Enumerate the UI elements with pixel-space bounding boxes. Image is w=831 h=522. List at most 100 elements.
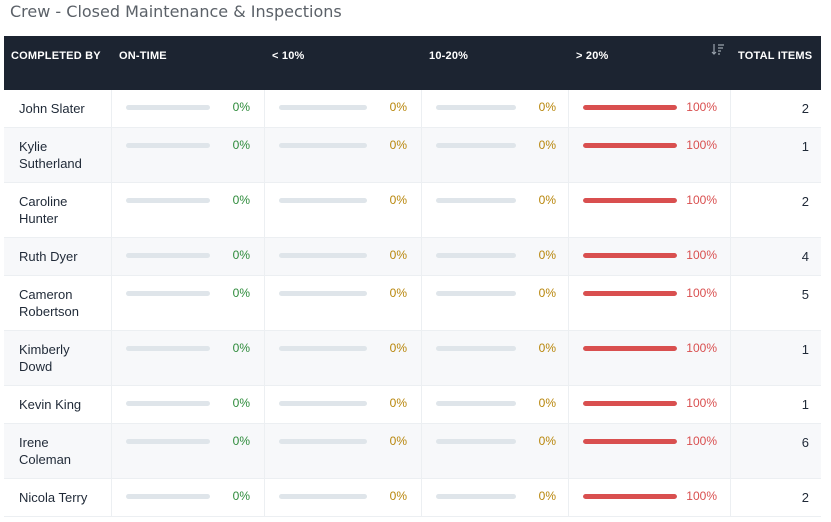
percent-value: 100%	[686, 396, 717, 410]
progress-bar-lt10	[279, 439, 367, 444]
percent-value: 0%	[232, 193, 250, 207]
percent-value: 0%	[389, 434, 407, 448]
progress-bar-lt10	[279, 494, 367, 499]
completed-by-name: Irene Coleman	[4, 424, 112, 478]
cell-lt10: 0%	[265, 183, 422, 237]
progress-bar-lt10	[279, 346, 367, 351]
percent-value: 0%	[389, 248, 407, 262]
table-row[interactable]: Cameron Robertson 0% 0% 0% 100% 5	[4, 276, 821, 331]
cell-b10-20: 0%	[422, 479, 569, 516]
column-header-on-time[interactable]: ON-TIME	[112, 36, 265, 90]
column-header-gt20-label: > 20%	[576, 50, 609, 62]
cell-gt20: 100%	[569, 183, 731, 237]
percent-value: 0%	[389, 396, 407, 410]
cell-lt10: 0%	[265, 90, 422, 127]
progress-bar-gt20	[583, 253, 677, 258]
percent-value: 0%	[538, 341, 556, 355]
table-row[interactable]: Kevin King 0% 0% 0% 100% 1	[4, 386, 821, 424]
cell-on-time: 0%	[112, 479, 265, 516]
percent-value: 0%	[389, 489, 407, 503]
table-row[interactable]: John Slater 0% 0% 0% 100% 2	[4, 90, 821, 128]
percent-value: 0%	[232, 434, 250, 448]
progress-bar-b10-20	[436, 198, 516, 203]
cell-on-time: 0%	[112, 183, 265, 237]
progress-bar-lt10	[279, 198, 367, 203]
progress-bar-fill	[583, 198, 677, 203]
completed-by-name: Cameron Robertson	[4, 276, 112, 330]
cell-b10-20: 0%	[422, 331, 569, 385]
percent-value: 100%	[686, 138, 717, 152]
percent-value: 100%	[686, 100, 717, 114]
progress-bar-on-time	[126, 291, 210, 296]
progress-bar-gt20	[583, 494, 677, 499]
cell-b10-20: 0%	[422, 128, 569, 182]
table-row[interactable]: Caroline Hunter 0% 0% 0% 100% 2	[4, 183, 821, 238]
cell-lt10: 0%	[265, 479, 422, 516]
cell-lt10: 0%	[265, 386, 422, 423]
cell-gt20: 100%	[569, 238, 731, 275]
progress-bar-on-time	[126, 346, 210, 351]
percent-value: 0%	[538, 193, 556, 207]
progress-bar-gt20	[583, 346, 677, 351]
page-title: Crew - Closed Maintenance & Inspections	[10, 2, 342, 21]
cell-b10-20: 0%	[422, 238, 569, 275]
cell-on-time: 0%	[112, 424, 265, 478]
progress-bar-gt20	[583, 439, 677, 444]
progress-bar-fill	[583, 494, 677, 499]
table-row[interactable]: Nicola Terry 0% 0% 0% 100% 2	[4, 479, 821, 517]
total-items-value: 2	[801, 194, 809, 209]
cell-gt20: 100%	[569, 276, 731, 330]
percent-value: 100%	[686, 341, 717, 355]
percent-value: 0%	[389, 341, 407, 355]
column-header-completed-by[interactable]: COMPLETED BY	[4, 36, 112, 90]
table-row[interactable]: Kylie Sutherland 0% 0% 0% 100% 1	[4, 128, 821, 183]
progress-bar-lt10	[279, 291, 367, 296]
percent-value: 0%	[538, 434, 556, 448]
percent-value: 0%	[232, 100, 250, 114]
progress-bar-on-time	[126, 105, 210, 110]
cell-b10-20: 0%	[422, 386, 569, 423]
cell-lt10: 0%	[265, 331, 422, 385]
percent-value: 0%	[538, 138, 556, 152]
progress-bar-on-time	[126, 401, 210, 406]
total-items-value: 1	[801, 342, 809, 357]
table-body: John Slater 0% 0% 0% 100% 2 Kylie Sutherland 0%…	[4, 90, 821, 517]
progress-bar-b10-20	[436, 346, 516, 351]
column-header-gt20[interactable]: > 20%	[569, 36, 731, 90]
total-items-value: 2	[801, 490, 809, 505]
completed-by-name: Ruth Dyer	[4, 238, 112, 275]
sort-icon[interactable]	[711, 42, 725, 56]
percent-value: 100%	[686, 248, 717, 262]
progress-bar-b10-20	[436, 494, 516, 499]
percent-value: 100%	[686, 434, 717, 448]
progress-bar-b10-20	[436, 253, 516, 258]
table-row[interactable]: Ruth Dyer 0% 0% 0% 100% 4	[4, 238, 821, 276]
cell-b10-20: 0%	[422, 183, 569, 237]
progress-bar-b10-20	[436, 143, 516, 148]
column-header-total-items[interactable]: TOTAL ITEMS	[731, 36, 821, 90]
progress-bar-fill	[583, 346, 677, 351]
cell-gt20: 100%	[569, 424, 731, 478]
completed-by-name: John Slater	[4, 90, 112, 127]
progress-bar-on-time	[126, 198, 210, 203]
percent-value: 0%	[538, 489, 556, 503]
column-header-10-20[interactable]: 10-20%	[422, 36, 569, 90]
percent-value: 0%	[538, 100, 556, 114]
progress-bar-on-time	[126, 253, 210, 258]
table-row[interactable]: Irene Coleman 0% 0% 0% 100% 6	[4, 424, 821, 479]
completed-by-name: Kimberly Dowd	[4, 331, 112, 385]
progress-bar-fill	[583, 105, 677, 110]
percent-value: 0%	[232, 286, 250, 300]
completed-by-name: Nicola Terry	[4, 479, 112, 516]
percent-value: 0%	[389, 138, 407, 152]
total-items-value: 5	[801, 287, 809, 302]
table-row[interactable]: Kimberly Dowd 0% 0% 0% 100% 1	[4, 331, 821, 386]
percent-value: 0%	[232, 489, 250, 503]
percent-value: 0%	[538, 248, 556, 262]
column-header-lt10[interactable]: < 10%	[265, 36, 422, 90]
progress-bar-gt20	[583, 198, 677, 203]
cell-gt20: 100%	[569, 386, 731, 423]
table-header: COMPLETED BY ON-TIME < 10% 10-20% > 20% …	[4, 36, 821, 90]
cell-on-time: 0%	[112, 386, 265, 423]
progress-bar-on-time	[126, 494, 210, 499]
